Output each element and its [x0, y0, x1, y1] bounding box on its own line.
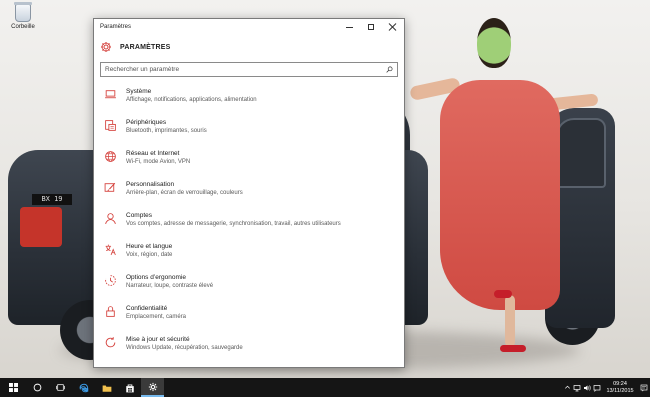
cortana-button[interactable]	[26, 378, 49, 397]
category-title: Comptes	[126, 212, 153, 219]
gear-icon	[148, 382, 157, 391]
category-ergonomie[interactable]: Options d’ergonomie Narrateur, loupe, con…	[94, 270, 404, 301]
category-heure-langue[interactable]: Heure et langue Voix, région, date	[94, 239, 404, 270]
recycle-bin-icon	[14, 2, 32, 22]
windows-logo-icon	[8, 383, 18, 392]
notification-icon	[640, 384, 648, 391]
clock[interactable]: 09:24 13/11/2015	[602, 381, 638, 395]
clock-date: 13/11/2015	[606, 387, 634, 394]
wallpaper-license-plate: BX 19	[32, 194, 72, 205]
search-placeholder: Rechercher un paramètre	[105, 66, 180, 73]
paintbrush-icon	[104, 182, 116, 192]
keyboard-icon	[105, 120, 116, 131]
maximize-button[interactable]	[360, 19, 382, 35]
clock-time: 09:24	[613, 380, 627, 387]
window-title: Paramètres	[100, 24, 132, 30]
settings-window: Paramètres PARAMÈTRES Rechercher un para…	[93, 18, 405, 368]
close-button[interactable]	[382, 19, 404, 35]
language-icon	[105, 244, 116, 256]
category-description: Wi-Fi, mode Avion, VPN	[126, 159, 191, 165]
task-view-icon	[56, 384, 65, 391]
wallpaper-shoe	[500, 345, 526, 352]
ease-of-access-icon	[105, 275, 116, 286]
title-bar[interactable]: Paramètres	[94, 19, 404, 35]
chevron-up-icon	[564, 385, 570, 389]
wallpaper-dress	[440, 80, 560, 310]
cortana-circle-icon	[33, 383, 42, 392]
wallpaper-car-window	[556, 118, 606, 188]
category-title: Heure et langue	[126, 243, 173, 250]
store-bag-icon	[125, 383, 134, 392]
page-title: PARAMÈTRES	[120, 43, 171, 51]
gear-icon	[101, 42, 111, 52]
search-icon[interactable]	[386, 66, 393, 73]
network-icon	[573, 384, 581, 391]
category-peripheriques[interactable]: Périphériques Bluetooth, imprimantes, sou…	[94, 115, 404, 146]
refresh-icon	[105, 337, 116, 348]
category-personnalisation[interactable]: Personnalisation Arrière-plan, écran de v…	[94, 177, 404, 208]
speaker-icon	[584, 384, 591, 391]
category-confidentialite[interactable]: Confidentialité Emplacement, caméra	[94, 301, 404, 332]
taskbar: 09:24 13/11/2015	[0, 378, 650, 397]
taskbar-explorer[interactable]	[95, 378, 118, 397]
person-icon	[105, 213, 116, 225]
search-input[interactable]: Rechercher un paramètre	[100, 62, 398, 77]
category-description: Bluetooth, imprimantes, souris	[126, 128, 207, 134]
system-tray: 09:24 13/11/2015	[562, 378, 650, 397]
laptop-icon	[105, 90, 116, 99]
category-description: Narrateur, loupe, contraste élevé	[126, 283, 214, 289]
category-title: Options d’ergonomie	[126, 274, 186, 281]
message-icon	[593, 384, 601, 392]
category-title: Personnalisation	[126, 181, 175, 188]
category-title: Système	[126, 88, 152, 95]
edge-browser-icon	[79, 383, 88, 392]
category-description: Affichage, notifications, applications, …	[126, 97, 257, 103]
network-button[interactable]	[572, 378, 582, 397]
taskbar-store[interactable]	[118, 378, 141, 397]
task-view-button[interactable]	[49, 378, 72, 397]
lock-icon	[106, 306, 115, 317]
category-reseau[interactable]: Réseau et Internet Wi-Fi, mode Avion, VPN	[94, 146, 404, 177]
volume-button[interactable]	[582, 378, 592, 397]
wallpaper-shoe	[494, 290, 512, 298]
recycle-bin-label: Corbeille	[11, 24, 35, 30]
recycle-bin-shortcut[interactable]: Corbeille	[8, 2, 38, 30]
taskbar-edge[interactable]	[72, 378, 95, 397]
category-title: Mise à jour et sécurité	[126, 336, 190, 343]
taskbar-settings[interactable]	[141, 378, 164, 397]
minimize-icon	[345, 26, 353, 28]
category-description: Vos comptes, adresse de messagerie, sync…	[126, 221, 341, 227]
category-title: Réseau et Internet	[126, 150, 180, 157]
folder-icon	[102, 385, 111, 392]
globe-icon	[105, 151, 116, 162]
close-icon	[389, 23, 397, 31]
category-description: Arrière-plan, écran de verrouillage, cou…	[126, 190, 243, 196]
category-title: Confidentialité	[126, 305, 168, 312]
settings-categories: Système Affichage, notifications, applica…	[94, 84, 404, 363]
start-button[interactable]	[0, 378, 26, 397]
show-hidden-icons-button[interactable]	[562, 378, 572, 397]
wallpaper-leg	[505, 295, 515, 347]
wallpaper-head	[477, 18, 511, 68]
category-description: Emplacement, caméra	[126, 314, 187, 320]
category-systeme[interactable]: Système Affichage, notifications, applica…	[94, 84, 404, 115]
category-description: Windows Update, récupération, sauvegarde	[126, 345, 243, 351]
window-controls	[338, 19, 404, 35]
wallpaper-car-taillight	[20, 207, 62, 247]
category-description: Voix, région, date	[126, 252, 173, 258]
action-center-button[interactable]	[638, 384, 650, 392]
category-mise-a-jour[interactable]: Mise à jour et sécurité Windows Update, r…	[94, 332, 404, 363]
maximize-icon	[368, 24, 374, 30]
minimize-button[interactable]	[338, 19, 360, 35]
category-title: Périphériques	[126, 119, 167, 126]
message-button[interactable]	[592, 378, 602, 397]
category-comptes[interactable]: Comptes Vos comptes, adresse de messageri…	[94, 208, 404, 239]
settings-header: PARAMÈTRES	[94, 37, 404, 57]
